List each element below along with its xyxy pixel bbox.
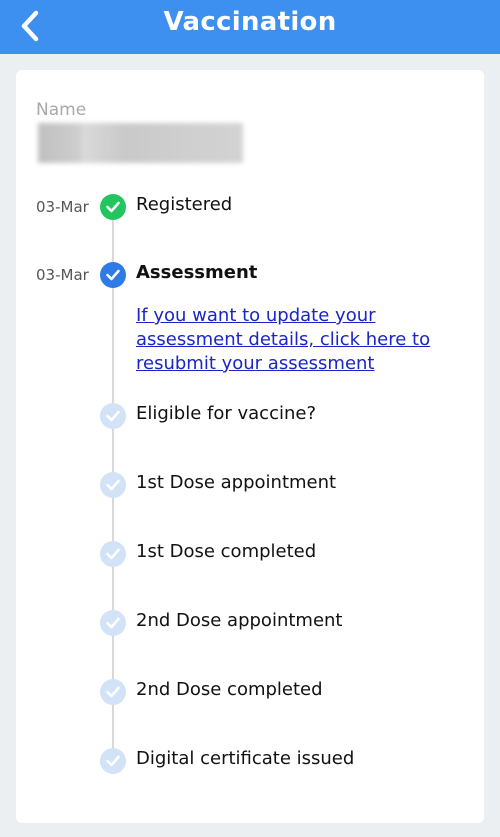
step-date: 03-Mar [36, 198, 89, 216]
step-label: Registered [136, 194, 233, 215]
step-label: 2nd Dose completed [136, 679, 323, 700]
timeline-step-dose2-completed: 2nd Dose completed [16, 677, 484, 707]
check-circle-light-icon [100, 610, 126, 636]
timeline-step-certificate: Digital certificate issued [16, 746, 484, 776]
check-circle-light-icon [100, 748, 126, 774]
timeline-step-dose2-appointment: 2nd Dose appointment [16, 608, 484, 638]
check-circle-blue-icon [100, 262, 126, 288]
timeline-step-dose1-appointment: 1st Dose appointment [16, 470, 484, 500]
timeline-step-dose1-completed: 1st Dose completed [16, 539, 484, 569]
app-header: Vaccination [0, 0, 500, 54]
name-label: Name [36, 100, 87, 120]
step-date: 03-Mar [36, 266, 89, 284]
timeline-step-assessment: 03-Mar Assessment [16, 260, 484, 290]
timeline-step-registered: 03-Mar Registered [16, 192, 484, 222]
timeline-step-eligible: Eligible for vaccine? [16, 401, 484, 431]
step-label: 1st Dose completed [136, 541, 317, 562]
check-circle-light-icon [100, 403, 126, 429]
name-value-redacted [38, 123, 243, 163]
step-label: Eligible for vaccine? [136, 403, 317, 424]
check-circle-light-icon [100, 472, 126, 498]
check-circle-light-icon [100, 679, 126, 705]
step-label: 2nd Dose appointment [136, 610, 343, 631]
check-circle-light-icon [100, 541, 126, 567]
step-label: Assessment [136, 262, 258, 283]
check-circle-green-icon [100, 194, 126, 220]
page-title: Vaccination [163, 7, 337, 37]
step-label: Digital certificate issued [136, 748, 355, 769]
step-label: 1st Dose appointment [136, 472, 337, 493]
vaccination-card: Name 03-Mar Registered 03-Mar Assessment… [16, 70, 484, 823]
resubmit-assessment-link[interactable]: If you want to update your assessment de… [136, 304, 436, 376]
